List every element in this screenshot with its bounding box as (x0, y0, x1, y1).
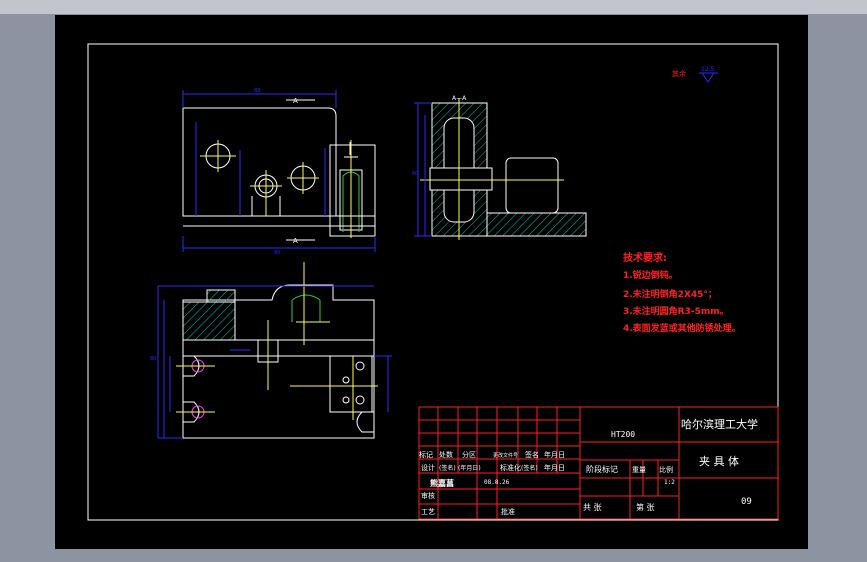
weight-label: 重量 (632, 466, 646, 474)
part-name: 夹 具 体 (699, 454, 739, 468)
front-view: A A 88 90 (182, 88, 376, 256)
cell-standard-sign: (签名) (521, 464, 538, 472)
designer-name: 熊嘉菖 (430, 478, 454, 488)
side-view: A—A 60 (412, 95, 587, 240)
material-value: HT200 (611, 430, 635, 439)
scale-value: 1:2 (664, 479, 675, 486)
design-date: 08.8.26 (484, 479, 510, 486)
cell-change-doc: 更改文件号 (493, 452, 518, 459)
tech-req-item-1: 1.锐边倒钝。 (623, 269, 678, 281)
cell-design-date: (年月日) (458, 464, 481, 472)
plan-view: 80 (150, 262, 392, 439)
cell-standard: 标准化 (500, 463, 521, 472)
plan-height-dim: 80 (150, 356, 156, 362)
cell-design-sign: (签名) (439, 464, 456, 472)
drawing-number: 09 (741, 497, 752, 507)
process-label: 工艺 (421, 508, 435, 516)
cell-zone: 分区 (462, 450, 476, 459)
cad-drawing: A A 88 90 A—A 60 80 其余 12.5 技术要求: 1.锐边倒钝… (87, 43, 779, 521)
roughness-label: 其余 (672, 69, 686, 78)
technical-requirements: 技术要求: 1.锐边倒钝。 2.未注明倒角2X45°； 3.未注明圆角R3-5m… (623, 251, 741, 334)
cell-mark: 标记 (419, 450, 433, 459)
tech-req-item-2: 2.未注明倒角2X45°； (623, 288, 717, 300)
cell-design: 设计 (421, 463, 435, 472)
cell-count: 处数 (439, 450, 453, 459)
title-block-text: HT200 哈尔滨理工大学 夹 具 体 09 标记 处数 分区 更改文件号 签名… (419, 417, 758, 516)
sheet-number: 第 张 (636, 502, 655, 512)
roughness-value: 12.5 (701, 66, 715, 73)
approve-label: 批准 (501, 507, 515, 516)
cell-standard-date: 年月日 (544, 463, 565, 472)
section-label-bottom: A (293, 237, 298, 245)
front-bottom-dim: 90 (274, 250, 280, 256)
tech-req-heading: 技术要求: (623, 251, 667, 264)
front-width-dim: 88 (254, 88, 260, 94)
section-aa-label: A—A (452, 95, 467, 102)
sheet-total: 共 张 (583, 503, 602, 512)
section-label-top: A (293, 97, 298, 105)
school-name: 哈尔滨理工大学 (681, 417, 758, 431)
roughness-symbol: 其余 12.5 (672, 66, 718, 83)
cell-sign: 签名 (525, 450, 539, 459)
scale-label: 比例 (659, 465, 673, 474)
tech-req-item-3: 3.未注明圆角R3-5mm。 (623, 305, 729, 317)
stage-label: 阶段标记 (586, 464, 618, 474)
side-height-dim: 60 (412, 171, 418, 177)
tech-req-item-4: 4.表面发蓝或其他防锈处理。 (623, 322, 741, 334)
cell-date: 年月日 (544, 450, 565, 459)
review-label: 审核 (421, 491, 435, 500)
